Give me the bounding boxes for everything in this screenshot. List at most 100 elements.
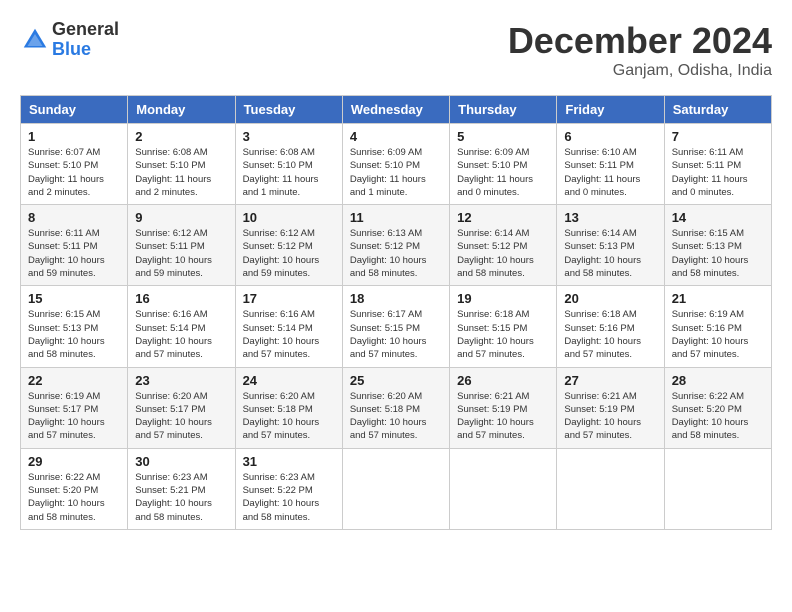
logo: General Blue <box>20 20 119 60</box>
calendar-week-row: 1 Sunrise: 6:07 AMSunset: 5:10 PMDaylight… <box>21 124 772 205</box>
calendar-week-row: 29 Sunrise: 6:22 AMSunset: 5:20 PMDayligh… <box>21 448 772 529</box>
calendar-cell: 31Sunrise: 6:23 AMSunset: 5:22 PMDayligh… <box>235 448 342 529</box>
calendar-cell: 27 Sunrise: 6:21 AMSunset: 5:19 PMDayligh… <box>557 367 664 448</box>
day-info: Sunrise: 6:20 AMSunset: 5:18 PMDaylight:… <box>350 390 442 443</box>
calendar-cell: 14 Sunrise: 6:15 AMSunset: 5:13 PMDayligh… <box>664 205 771 286</box>
calendar-week-row: 22 Sunrise: 6:19 AMSunset: 5:17 PMDayligh… <box>21 367 772 448</box>
day-info: Sunrise: 6:17 AMSunset: 5:15 PMDaylight:… <box>350 308 442 361</box>
month-title: December 2024 <box>508 20 772 62</box>
day-info: Sunrise: 6:20 AMSunset: 5:18 PMDaylight:… <box>243 390 335 443</box>
day-info: Sunrise: 6:09 AMSunset: 5:10 PMDaylight:… <box>457 146 549 199</box>
day-info: Sunrise: 6:12 AMSunset: 5:12 PMDaylight:… <box>243 227 335 280</box>
day-info: Sunrise: 6:22 AMSunset: 5:20 PMDaylight:… <box>28 471 120 524</box>
day-info: Sunrise: 6:14 AMSunset: 5:13 PMDaylight:… <box>564 227 656 280</box>
day-info: Sunrise: 6:09 AMSunset: 5:10 PMDaylight:… <box>350 146 442 199</box>
logo-blue-text: Blue <box>52 40 119 60</box>
day-number: 1 <box>28 129 120 144</box>
calendar-cell: 10 Sunrise: 6:12 AMSunset: 5:12 PMDayligh… <box>235 205 342 286</box>
day-info: Sunrise: 6:13 AMSunset: 5:12 PMDaylight:… <box>350 227 442 280</box>
day-number: 13 <box>564 210 656 225</box>
day-number: 24 <box>243 373 335 388</box>
calendar-cell: 19 Sunrise: 6:18 AMSunset: 5:15 PMDayligh… <box>450 286 557 367</box>
day-info: Sunrise: 6:15 AMSunset: 5:13 PMDaylight:… <box>28 308 120 361</box>
day-number: 12 <box>457 210 549 225</box>
day-number: 18 <box>350 291 442 306</box>
calendar-cell <box>450 448 557 529</box>
day-number: 19 <box>457 291 549 306</box>
day-number: 20 <box>564 291 656 306</box>
calendar-cell: 18 Sunrise: 6:17 AMSunset: 5:15 PMDayligh… <box>342 286 449 367</box>
day-number: 6 <box>564 129 656 144</box>
logo-text: General Blue <box>52 20 119 60</box>
calendar-cell: 2Sunrise: 6:08 AMSunset: 5:10 PMDaylight… <box>128 124 235 205</box>
day-info: Sunrise: 6:11 AMSunset: 5:11 PMDaylight:… <box>672 146 764 199</box>
title-block: December 2024 Ganjam, Odisha, India <box>508 20 772 80</box>
calendar-cell: 5Sunrise: 6:09 AMSunset: 5:10 PMDaylight… <box>450 124 557 205</box>
day-number: 11 <box>350 210 442 225</box>
day-info: Sunrise: 6:18 AMSunset: 5:15 PMDaylight:… <box>457 308 549 361</box>
calendar-cell <box>342 448 449 529</box>
day-number: 30 <box>135 454 227 469</box>
day-number: 26 <box>457 373 549 388</box>
day-number: 21 <box>672 291 764 306</box>
column-header-wednesday: Wednesday <box>342 96 449 124</box>
day-info: Sunrise: 6:15 AMSunset: 5:13 PMDaylight:… <box>672 227 764 280</box>
calendar-cell: 20 Sunrise: 6:18 AMSunset: 5:16 PMDayligh… <box>557 286 664 367</box>
day-info: Sunrise: 6:21 AMSunset: 5:19 PMDaylight:… <box>457 390 549 443</box>
day-info: Sunrise: 6:21 AMSunset: 5:19 PMDaylight:… <box>564 390 656 443</box>
calendar-cell: 26 Sunrise: 6:21 AMSunset: 5:19 PMDayligh… <box>450 367 557 448</box>
calendar-cell: 22 Sunrise: 6:19 AMSunset: 5:17 PMDayligh… <box>21 367 128 448</box>
day-number: 4 <box>350 129 442 144</box>
day-info: Sunrise: 6:08 AMSunset: 5:10 PMDaylight:… <box>243 146 335 199</box>
day-number: 7 <box>672 129 764 144</box>
calendar-cell: 1 Sunrise: 6:07 AMSunset: 5:10 PMDaylight… <box>21 124 128 205</box>
day-info: Sunrise: 6:20 AMSunset: 5:17 PMDaylight:… <box>135 390 227 443</box>
calendar-cell: 30 Sunrise: 6:23 AMSunset: 5:21 PMDayligh… <box>128 448 235 529</box>
location-text: Ganjam, Odisha, India <box>508 62 772 80</box>
calendar-cell: 28Sunrise: 6:22 AMSunset: 5:20 PMDayligh… <box>664 367 771 448</box>
day-number: 22 <box>28 373 120 388</box>
calendar-cell <box>557 448 664 529</box>
calendar-cell: 9Sunrise: 6:12 AMSunset: 5:11 PMDaylight… <box>128 205 235 286</box>
day-number: 14 <box>672 210 764 225</box>
day-info: Sunrise: 6:16 AMSunset: 5:14 PMDaylight:… <box>135 308 227 361</box>
column-header-saturday: Saturday <box>664 96 771 124</box>
column-header-thursday: Thursday <box>450 96 557 124</box>
day-number: 9 <box>135 210 227 225</box>
day-info: Sunrise: 6:18 AMSunset: 5:16 PMDaylight:… <box>564 308 656 361</box>
day-info: Sunrise: 6:16 AMSunset: 5:14 PMDaylight:… <box>243 308 335 361</box>
logo-general-text: General <box>52 20 119 40</box>
day-number: 25 <box>350 373 442 388</box>
calendar-cell: 13 Sunrise: 6:14 AMSunset: 5:13 PMDayligh… <box>557 205 664 286</box>
column-header-sunday: Sunday <box>21 96 128 124</box>
day-info: Sunrise: 6:10 AMSunset: 5:11 PMDaylight:… <box>564 146 656 199</box>
calendar-cell: 17 Sunrise: 6:16 AMSunset: 5:14 PMDayligh… <box>235 286 342 367</box>
column-header-friday: Friday <box>557 96 664 124</box>
calendar-week-row: 15 Sunrise: 6:15 AMSunset: 5:13 PMDayligh… <box>21 286 772 367</box>
day-info: Sunrise: 6:19 AMSunset: 5:17 PMDaylight:… <box>28 390 120 443</box>
calendar-cell: 4 Sunrise: 6:09 AMSunset: 5:10 PMDaylight… <box>342 124 449 205</box>
day-info: Sunrise: 6:23 AMSunset: 5:22 PMDaylight:… <box>243 471 335 524</box>
day-number: 23 <box>135 373 227 388</box>
day-number: 3 <box>243 129 335 144</box>
day-info: Sunrise: 6:23 AMSunset: 5:21 PMDaylight:… <box>135 471 227 524</box>
day-number: 17 <box>243 291 335 306</box>
page-header: General Blue December 2024 Ganjam, Odish… <box>20 20 772 80</box>
calendar-cell: 12 Sunrise: 6:14 AMSunset: 5:12 PMDayligh… <box>450 205 557 286</box>
day-info: Sunrise: 6:08 AMSunset: 5:10 PMDaylight:… <box>135 146 227 199</box>
column-header-tuesday: Tuesday <box>235 96 342 124</box>
column-header-monday: Monday <box>128 96 235 124</box>
calendar-cell: 24 Sunrise: 6:20 AMSunset: 5:18 PMDayligh… <box>235 367 342 448</box>
day-info: Sunrise: 6:11 AMSunset: 5:11 PMDaylight:… <box>28 227 120 280</box>
day-number: 27 <box>564 373 656 388</box>
day-number: 10 <box>243 210 335 225</box>
calendar-cell: 6 Sunrise: 6:10 AMSunset: 5:11 PMDaylight… <box>557 124 664 205</box>
day-number: 8 <box>28 210 120 225</box>
day-info: Sunrise: 6:07 AMSunset: 5:10 PMDaylight:… <box>28 146 120 199</box>
day-number: 29 <box>28 454 120 469</box>
day-info: Sunrise: 6:14 AMSunset: 5:12 PMDaylight:… <box>457 227 549 280</box>
day-number: 15 <box>28 291 120 306</box>
calendar-cell: 8 Sunrise: 6:11 AMSunset: 5:11 PMDaylight… <box>21 205 128 286</box>
calendar-cell: 23 Sunrise: 6:20 AMSunset: 5:17 PMDayligh… <box>128 367 235 448</box>
calendar-cell: 29 Sunrise: 6:22 AMSunset: 5:20 PMDayligh… <box>21 448 128 529</box>
